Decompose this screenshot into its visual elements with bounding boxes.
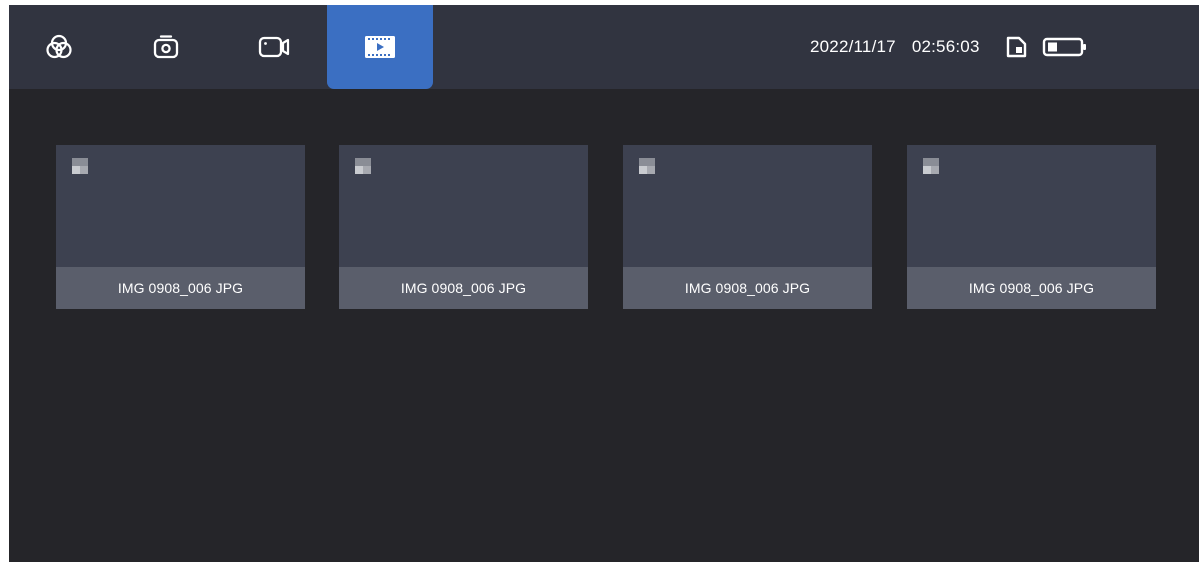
- top-bar: 2022/11/17 02:56:03: [9, 5, 1199, 89]
- image-placeholder-icon: [355, 158, 371, 174]
- camera-icon: [153, 35, 179, 59]
- image-placeholder-icon: [923, 158, 939, 174]
- gallery-item[interactable]: IMG 0908_006 JPG: [907, 145, 1156, 309]
- status-area: 2022/11/17 02:56:03: [810, 5, 1088, 89]
- status-time: 02:56:03: [911, 37, 980, 56]
- tab-video[interactable]: [244, 5, 304, 89]
- tab-filter[interactable]: [29, 5, 89, 89]
- video-camera-icon: [258, 36, 290, 58]
- gallery-item[interactable]: IMG 0908_006 JPG: [623, 145, 872, 309]
- tab-playback[interactable]: [327, 5, 433, 89]
- color-filter-icon: [46, 34, 72, 59]
- gallery-item-filename: IMG 0908_006 JPG: [56, 267, 305, 309]
- tab-photo[interactable]: [136, 5, 196, 89]
- image-placeholder-icon: [72, 158, 88, 174]
- image-placeholder-icon: [639, 158, 655, 174]
- gallery-item-filename: IMG 0908_006 JPG: [907, 267, 1156, 309]
- camera-screen: 2022/11/17 02:56:03 IMG 0908_006 JPG IMG…: [9, 5, 1199, 562]
- gallery-item[interactable]: IMG 0908_006 JPG: [56, 145, 305, 309]
- status-date: 2022/11/17: [810, 37, 896, 56]
- battery-icon: [1042, 37, 1086, 57]
- gallery-item[interactable]: IMG 0908_006 JPG: [339, 145, 588, 309]
- sd-card-icon: [1006, 36, 1026, 58]
- gallery-item-filename: IMG 0908_006 JPG: [339, 267, 588, 309]
- playback-icon: [365, 36, 395, 58]
- gallery-item-filename: IMG 0908_006 JPG: [623, 267, 872, 309]
